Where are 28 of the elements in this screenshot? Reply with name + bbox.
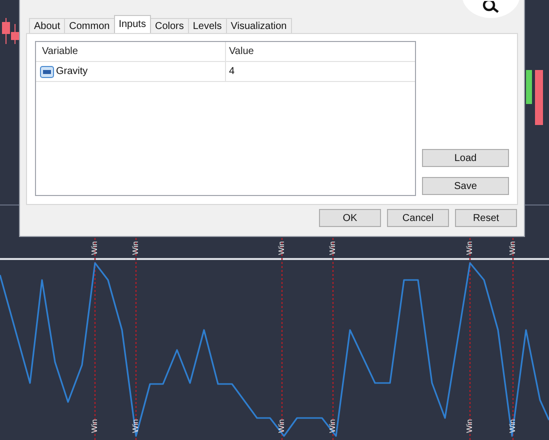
signal-label: Win	[328, 240, 338, 257]
tab[interactable]: About	[29, 18, 66, 33]
column-header: Variable	[36, 42, 226, 61]
signal-label: Win	[277, 240, 287, 257]
dialog-button[interactable]: Save	[422, 177, 509, 195]
tab[interactable]: Inputs	[114, 15, 151, 33]
tab[interactable]: Visualization	[226, 18, 292, 33]
signal-label: Win	[465, 240, 475, 257]
signal-label: Win	[328, 418, 338, 435]
signal-label: Win	[90, 240, 100, 257]
signal-label: Win	[131, 418, 141, 435]
search-icon	[482, 1, 500, 13]
dialog-button[interactable]: Cancel	[387, 209, 449, 227]
number-type-icon	[40, 66, 54, 78]
dialog-button[interactable]: Reset	[455, 209, 517, 227]
table-cell: 4	[229, 66, 235, 77]
column-header: Value	[228, 45, 255, 59]
signal-label: Win	[465, 418, 475, 435]
signal-label: Win	[508, 240, 518, 257]
dialog-button[interactable]: Load	[422, 149, 509, 167]
signal-label: Win	[277, 418, 287, 435]
signal-label: Win	[131, 240, 141, 257]
candle-icon	[526, 70, 532, 104]
dialog-button[interactable]: OK	[319, 209, 381, 227]
table-cell: Gravity	[56, 66, 88, 77]
candle-icon	[535, 70, 543, 125]
signal-label: Win	[90, 418, 100, 435]
signal-label: Win	[508, 418, 518, 435]
